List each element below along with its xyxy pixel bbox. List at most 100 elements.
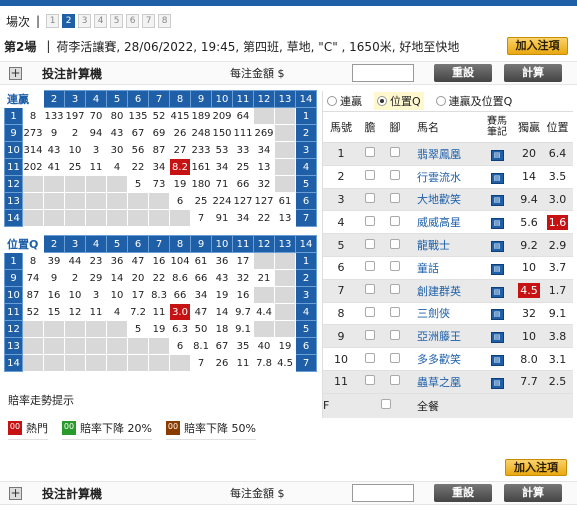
quinella-odds-cell[interactable]: 127 (253, 192, 275, 210)
radio-icon[interactable] (377, 96, 387, 106)
leg-checkbox[interactable] (381, 238, 409, 252)
calculate-button[interactable]: 計算 (504, 484, 562, 502)
banker-checkbox[interactable] (359, 238, 381, 252)
quinella-odds-cell[interactable]: 2 (64, 124, 86, 142)
place-q-odds-cell[interactable]: 19 (148, 320, 171, 338)
place-q-odds-cell[interactable]: 9 (43, 269, 66, 287)
checkbox-icon[interactable] (390, 352, 400, 363)
race-button-6[interactable]: 6 (126, 14, 140, 28)
quinella-odds-cell[interactable]: 61 (274, 192, 296, 210)
quinella-odds-cell[interactable]: 25 (64, 158, 86, 176)
leg-checkbox[interactable] (381, 261, 409, 274)
place-q-odds-cell[interactable]: 14 (211, 303, 234, 321)
checkbox-icon[interactable] (365, 306, 375, 317)
place-q-odds-cell[interactable]: 74 (21, 269, 45, 287)
quinella-odds-cell[interactable]: 91 (211, 209, 233, 227)
place-q-odds-cell[interactable]: 11 (148, 303, 171, 321)
quinella-odds-cell[interactable]: 71 (211, 175, 233, 193)
quinella-odds-cell[interactable]: 34 (253, 141, 275, 159)
quinella-odds-cell[interactable]: 64 (232, 107, 254, 125)
quinella-odds-cell[interactable]: 19 (169, 175, 191, 193)
place-q-odds-cell[interactable]: 5 (127, 320, 150, 338)
quinella-odds-cell[interactable]: 34 (211, 158, 233, 176)
checkbox-icon[interactable] (390, 215, 400, 226)
quinella-odds-cell[interactable]: 202 (22, 158, 44, 176)
place-q-odds-cell[interactable]: 66 (190, 269, 213, 287)
checkbox-icon[interactable] (390, 147, 400, 158)
place-q-odds-cell[interactable]: 6 (169, 337, 192, 355)
place-q-odds-cell[interactable]: 104 (169, 252, 192, 270)
quinella-odds-cell[interactable]: 197 (64, 107, 86, 125)
quinella-odds-cell[interactable]: 8 (22, 107, 44, 125)
place-q-odds-cell[interactable]: 19 (211, 286, 234, 304)
quinella-odds-cell[interactable]: 4 (106, 158, 128, 176)
place-q-odds-cell[interactable]: 3.0 (169, 303, 192, 321)
quinella-odds-cell[interactable]: 224 (211, 192, 233, 210)
quinella-odds-cell[interactable]: 9 (43, 124, 65, 142)
checkbox-icon[interactable] (390, 261, 400, 272)
quinella-odds-cell[interactable]: 25 (232, 158, 254, 176)
checkbox-icon[interactable] (390, 375, 400, 386)
form-notes[interactable]: ▤ (479, 352, 515, 367)
form-notes[interactable]: ▤ (479, 170, 515, 184)
leg-checkbox[interactable] (381, 215, 409, 229)
checkbox-icon[interactable] (365, 261, 375, 272)
place-q-odds-cell[interactable]: 8.6 (169, 269, 192, 287)
quinella-odds-cell[interactable]: 150 (211, 124, 233, 142)
place-q-odds-cell[interactable]: 7.2 (127, 303, 150, 321)
quinella-odds-cell[interactable]: 135 (127, 107, 149, 125)
radio-icon[interactable] (435, 96, 446, 106)
leg-checkbox[interactable] (381, 192, 409, 206)
banker-checkbox[interactable] (359, 284, 381, 297)
place-q-odds-cell[interactable]: 4.5 (274, 354, 297, 372)
place-q-odds-cell[interactable]: 50 (190, 320, 213, 338)
form-notes[interactable]: ▤ (479, 306, 515, 321)
place-q-odds-cell[interactable]: 47 (127, 252, 150, 270)
checkbox-icon[interactable] (365, 215, 375, 226)
place-q-odds-cell[interactable]: 16 (43, 286, 66, 304)
quinella-odds-cell[interactable]: 25 (190, 192, 212, 210)
quinella-odds-cell[interactable]: 33 (232, 141, 254, 159)
quinella-odds-cell[interactable]: 41 (43, 158, 65, 176)
notes-icon[interactable]: ▤ (490, 286, 504, 298)
place-q-odds-cell[interactable]: 9.1 (232, 320, 255, 338)
notes-icon[interactable]: ▤ (490, 355, 504, 367)
place-q-odds-cell[interactable]: 36 (106, 252, 129, 270)
place-q-odds-cell[interactable]: 66 (169, 286, 192, 304)
race-button-4[interactable]: 4 (94, 14, 108, 28)
place-q-odds-cell[interactable]: 22 (148, 269, 171, 287)
place-q-odds-cell[interactable]: 39 (43, 252, 66, 270)
place-q-odds-cell[interactable]: 8.1 (190, 337, 213, 355)
form-notes[interactable]: ▤ (479, 147, 515, 161)
quinella-odds-cell[interactable]: 111 (232, 124, 254, 142)
place-q-odds-cell[interactable]: 4.4 (253, 303, 276, 321)
place-q-odds-cell[interactable]: 44 (64, 252, 87, 270)
place-q-odds-cell[interactable]: 10 (106, 286, 129, 304)
notes-icon[interactable]: ▤ (490, 332, 504, 344)
form-notes[interactable]: ▤ (479, 375, 515, 389)
place-q-odds-cell[interactable]: 20 (127, 269, 150, 287)
quinella-odds-cell[interactable]: 56 (127, 141, 149, 159)
notes-icon[interactable]: ▤ (490, 195, 504, 207)
quinella-odds-cell[interactable]: 127 (232, 192, 254, 210)
quinella-odds-cell[interactable]: 22 (127, 158, 149, 176)
bet-type-option[interactable]: 位置Q (374, 92, 424, 110)
quinella-odds-cell[interactable]: 180 (190, 175, 212, 193)
horse-name-link[interactable]: 威威高星 (409, 214, 479, 230)
quinella-odds-cell[interactable]: 69 (148, 124, 170, 142)
quinella-odds-cell[interactable]: 133 (43, 107, 65, 125)
leg-checkbox[interactable] (381, 352, 409, 366)
checkbox-icon[interactable] (365, 170, 375, 181)
leg-checkbox[interactable] (381, 284, 409, 297)
expand-plus-icon[interactable]: + (9, 486, 22, 500)
horse-name-link[interactable]: 創建群英 (409, 283, 479, 299)
place-q-odds-cell[interactable]: 8 (21, 252, 45, 270)
horse-name-link[interactable]: 行雲流水 (409, 169, 479, 185)
horse-name-link[interactable]: 三劍俠 (409, 305, 479, 321)
place-q-odds-cell[interactable]: 32 (232, 269, 255, 287)
place-q-odds-cell[interactable]: 67 (211, 337, 234, 355)
leg-checkbox[interactable] (381, 375, 409, 388)
banker-checkbox[interactable] (359, 192, 381, 206)
field-checkbox[interactable] (381, 399, 409, 412)
checkbox-icon[interactable] (365, 352, 375, 363)
